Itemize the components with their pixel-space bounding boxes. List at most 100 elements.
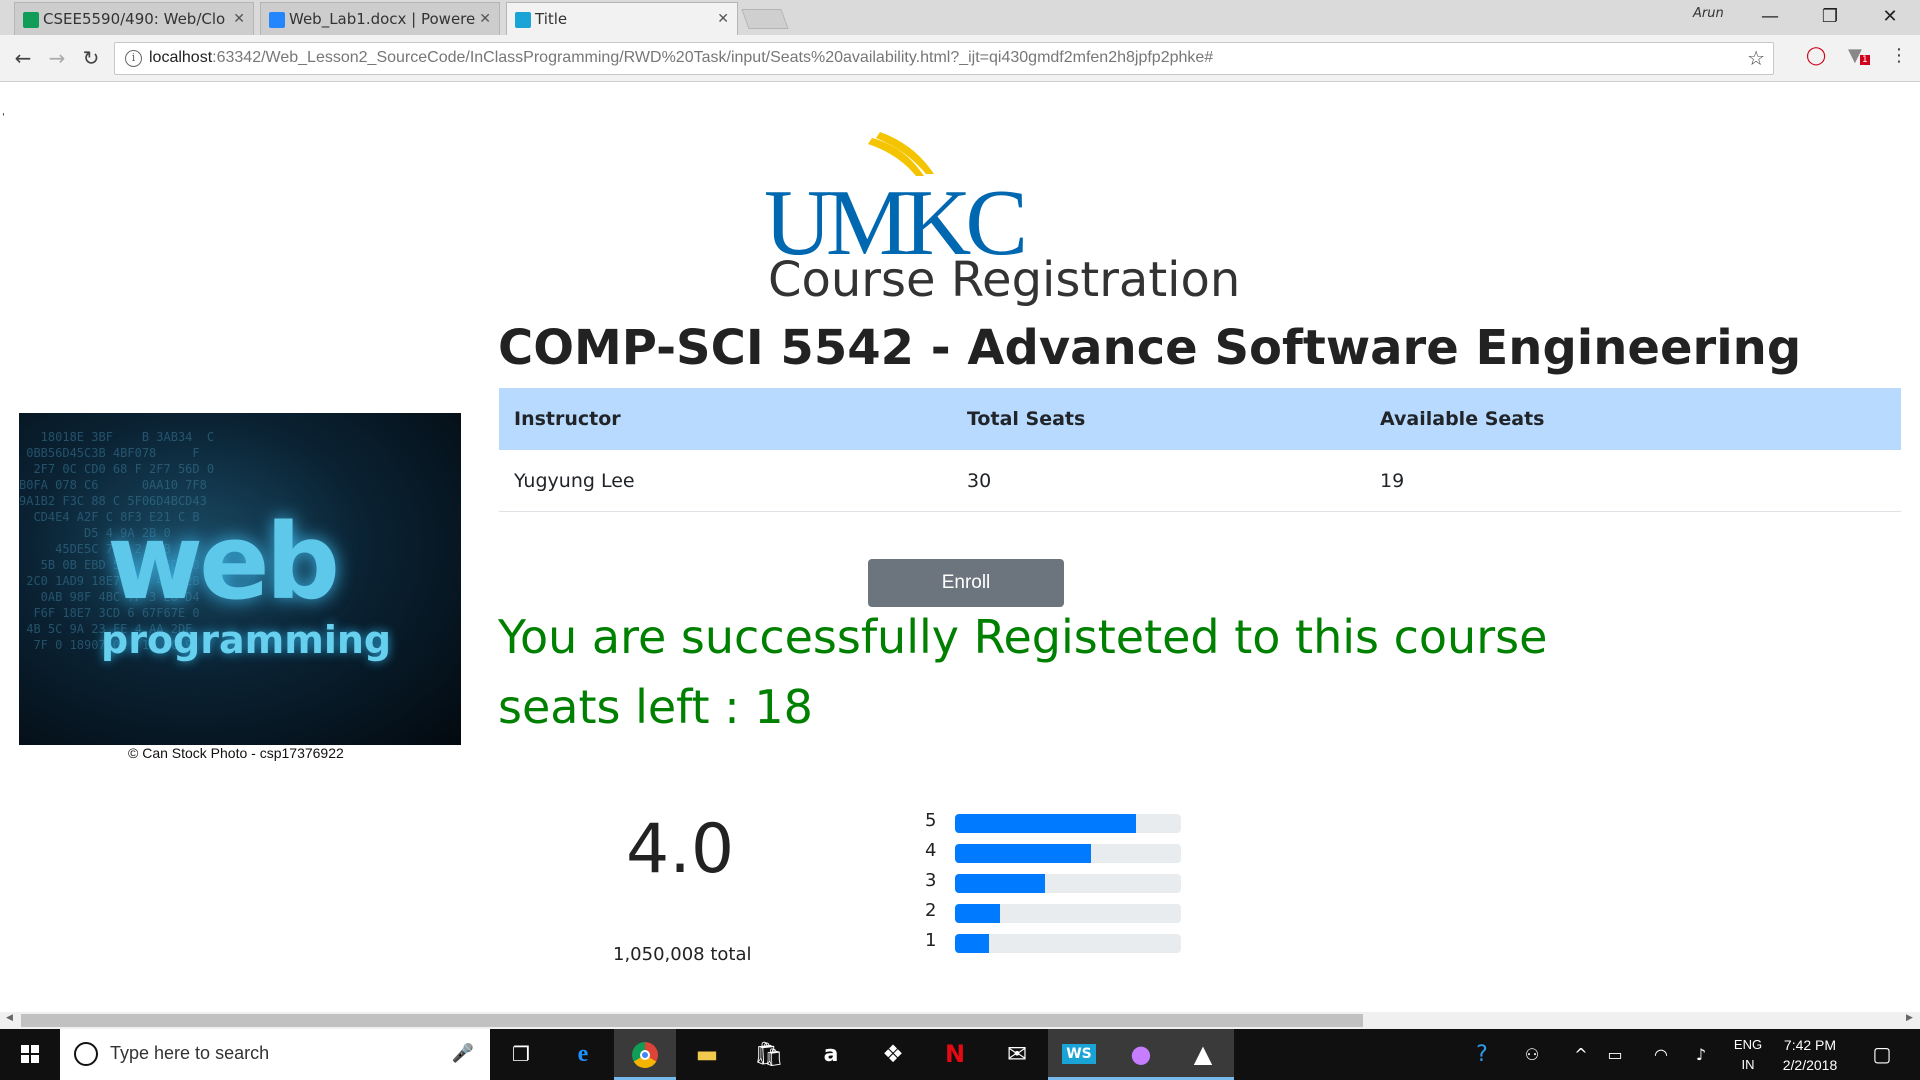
tab-box[interactable]: Web_Lab1.docx | Powere ✕ [260, 2, 500, 35]
lang-region: IN [1741, 1057, 1755, 1072]
reload-icon[interactable]: ↻ [78, 45, 104, 71]
minimize-icon[interactable]: — [1740, 0, 1800, 35]
rating-total: 1,050,008 total [613, 944, 752, 965]
rating-bar-track [955, 844, 1181, 863]
menu-icon[interactable]: ⋮ [1890, 45, 1908, 66]
file-explorer-icon[interactable]: ▬ [676, 1029, 738, 1080]
logo-swoosh [876, 132, 934, 174]
clock-time: 7:42 PM [1783, 1037, 1837, 1053]
notifications-icon[interactable]: ▢ [1862, 1029, 1902, 1080]
search-placeholder: Type here to search [110, 1043, 270, 1063]
header-total-seats: Total Seats [967, 408, 1086, 430]
tab-title: Title [535, 10, 568, 28]
header-instructor: Instructor [514, 408, 621, 430]
volume-icon[interactable]: ♪ [1686, 1029, 1716, 1080]
dropbox-icon[interactable]: ❖ [862, 1029, 924, 1080]
rating-bar-label: 1 [925, 930, 937, 951]
webstorm-icon [515, 12, 531, 28]
battery-icon[interactable]: ▭ [1600, 1029, 1630, 1080]
enroll-button[interactable]: Enroll [868, 559, 1064, 607]
mail-icon[interactable]: ✉ [986, 1029, 1048, 1080]
image-word-programming: programming [101, 618, 392, 662]
restore-icon[interactable]: ❐ [1800, 0, 1860, 35]
page-title: Course Registration [768, 252, 1241, 308]
rating-bar-fill [955, 934, 989, 953]
cortana-icon [74, 1042, 98, 1066]
cell-instructor: Yugyung Lee [514, 470, 635, 492]
rating-bar-fill [955, 844, 1091, 863]
table-row: Yugyung Lee 30 19 [499, 450, 1901, 512]
amazon-icon[interactable]: a [800, 1029, 862, 1080]
extension-badge: 1 [1860, 55, 1870, 65]
table-header: Instructor Total Seats Available Seats [499, 388, 1901, 450]
tab-title: CSEE5590/490: Web/Clo [43, 10, 226, 28]
back-icon[interactable]: ← [10, 45, 36, 71]
clock-date: 2/2/2018 [1782, 1057, 1838, 1073]
box-icon [269, 12, 285, 28]
netflix-icon[interactable]: N [924, 1029, 986, 1080]
success-message: You are successfully Registeted to this … [498, 610, 1548, 664]
web-programming-image: 18018E 3BF B 3AB34 C 0BB56D45C3B 4BF078 … [19, 413, 461, 745]
info-icon[interactable]: i [125, 50, 142, 67]
image-word-web: web [107, 501, 340, 623]
tab-sheets[interactable]: CSEE5590/490: Web/Clo ✕ [14, 2, 254, 35]
scroll-left-icon[interactable]: ◀ [6, 1013, 13, 1023]
rating-bar-track [955, 934, 1181, 953]
cell-available-seats: 19 [1380, 470, 1405, 492]
windows-start-icon[interactable] [0, 1029, 60, 1080]
chrome-icon[interactable] [614, 1029, 676, 1080]
tray-chevron-icon[interactable]: ^ [1566, 1029, 1596, 1080]
tab-title-active[interactable]: Title ✕ [506, 2, 738, 36]
bookmark-star-icon[interactable]: ☆ [1747, 46, 1765, 70]
screen: CSEE5590/490: Web/Clo ✕ Web_Lab1.docx | … [0, 0, 1920, 1080]
scroll-right-icon[interactable]: ▶ [1906, 1013, 1913, 1023]
sheets-icon [23, 12, 39, 28]
rating-bar-track [955, 874, 1181, 893]
store-icon[interactable]: 🛍 [738, 1029, 800, 1080]
url-text[interactable]: localhost:63342/Web_Lesson2_SourceCode/I… [149, 49, 1213, 67]
seats-left-message: seats left : 18 [498, 680, 813, 734]
wifi-icon[interactable]: ◠ [1646, 1029, 1676, 1080]
github-icon[interactable]: ● [1110, 1029, 1172, 1080]
rating-bar-label: 5 [925, 810, 937, 831]
help-icon[interactable]: ? [1462, 1029, 1502, 1080]
seats-table: Instructor Total Seats Available Seats Y… [499, 388, 1901, 512]
rating-bar-label: 2 [925, 900, 937, 921]
browser-toolbar: ← → ↻ i localhost:63342/Web_Lesson2_Sour… [0, 35, 1920, 82]
rating-bar-track [955, 814, 1181, 833]
people-icon[interactable]: ⚇ [1514, 1029, 1550, 1080]
forward-icon[interactable]: → [44, 45, 70, 71]
extension-shield-icon[interactable]: ▼ 1 [1848, 45, 1870, 66]
close-window-icon[interactable]: ✕ [1860, 0, 1920, 35]
edge-icon[interactable]: e [552, 1029, 614, 1080]
scrollbar-thumb[interactable] [21, 1014, 1363, 1027]
close-tab-icon[interactable]: ✕ [479, 3, 491, 35]
photos-icon[interactable]: ▲ [1172, 1029, 1234, 1080]
close-tab-icon[interactable]: ✕ [717, 3, 729, 36]
profile-name[interactable]: Arun [1693, 6, 1724, 21]
lang-code: ENG [1733, 1037, 1763, 1052]
close-tab-icon[interactable]: ✕ [233, 3, 245, 35]
opera-icon[interactable]: ◯ [1806, 45, 1826, 66]
rating-bar-fill [955, 874, 1046, 893]
microphone-icon[interactable]: 🎤 [452, 1043, 474, 1064]
image-credit: © Can Stock Photo - csp17376922 [128, 745, 344, 761]
new-tab-button[interactable] [741, 9, 789, 29]
address-bar[interactable]: i localhost:63342/Web_Lesson2_SourceCode… [114, 42, 1774, 75]
umkc-logo: UMKC [764, 132, 1024, 267]
rating-bar-label: 3 [925, 870, 937, 891]
windows-taskbar: Type here to search 🎤 ❐ e ▬ 🛍 a ❖ N ✉ WS… [0, 1029, 1920, 1080]
webstorm-icon[interactable]: WS [1048, 1029, 1110, 1080]
header-available-seats: Available Seats [1380, 408, 1545, 430]
taskbar-search[interactable]: Type here to search 🎤 [60, 1029, 490, 1080]
horizontal-scrollbar[interactable]: ◀ ▶ [0, 1012, 1920, 1029]
clock[interactable]: 7:42 PM 2/2/2018 [1770, 1035, 1850, 1075]
course-title: COMP-SCI 5542 - Advance Software Enginee… [498, 320, 1802, 376]
language-indicator[interactable]: ENG IN [1728, 1035, 1768, 1075]
stray-dot: ' [2, 112, 5, 123]
cell-total-seats: 30 [967, 470, 992, 492]
rating-bar-fill [955, 814, 1136, 833]
rating-bar-track [955, 904, 1181, 923]
task-view-icon[interactable]: ❐ [490, 1029, 552, 1080]
rating-average: 4.0 [626, 810, 735, 889]
